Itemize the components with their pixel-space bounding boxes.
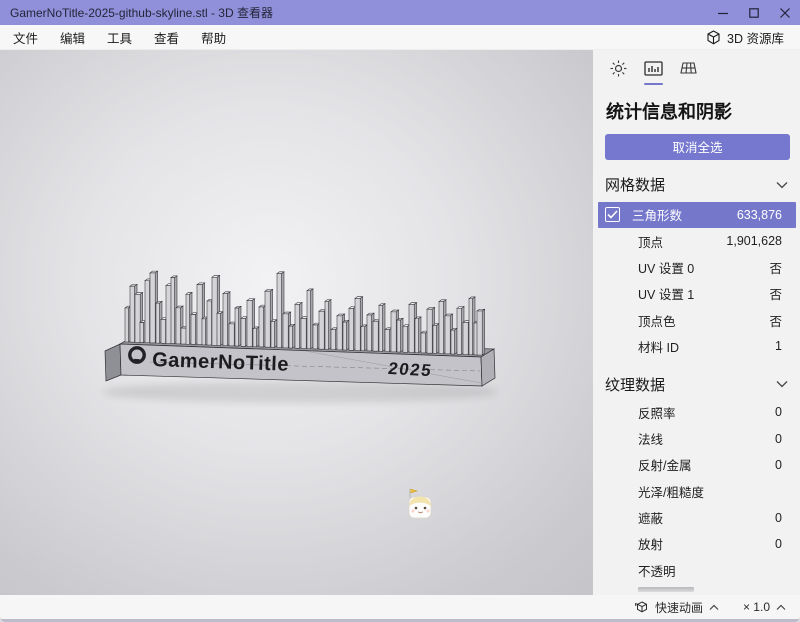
window-title: GamerNoTitle-2025-github-skyline.stl - 3… (0, 4, 707, 21)
row-uv-set-1[interactable]: UV 设置 1 否 (605, 281, 790, 307)
menu-file[interactable]: 文件 (2, 24, 49, 51)
row-label: 材料 ID (638, 337, 679, 356)
zoom-control[interactable]: × 1.0 (743, 600, 786, 614)
menu-tools[interactable]: 工具 (96, 24, 143, 51)
grid-mesh-icon (679, 60, 698, 77)
row-label: 法线 (638, 429, 663, 448)
row-label: UV 设置 0 (638, 258, 694, 277)
row-value: 0 (775, 537, 782, 551)
row-label: 反射/金属 (638, 455, 691, 474)
row-label: 不透明 (638, 561, 676, 580)
row-label: 反照率 (638, 403, 676, 422)
app-window: GamerNoTitle-2025-github-skyline.stl - 3… (0, 0, 800, 622)
status-bar: 快速动画 × 1.0 (0, 595, 800, 619)
cube-icon (706, 30, 721, 45)
menu-edit[interactable]: 编辑 (49, 24, 96, 51)
row-value: 否 (769, 311, 782, 330)
chevron-up-icon (776, 604, 786, 611)
sun-icon (610, 60, 627, 77)
stats-panel-icon (644, 60, 663, 77)
model-year-text: 2025 (387, 359, 434, 380)
texture-data-label: 纹理数据 (605, 374, 665, 395)
deselect-all-button[interactable]: 取消全选 (605, 134, 790, 160)
row-value: 1 (775, 339, 782, 353)
texture-data-header[interactable]: 纹理数据 (605, 370, 790, 400)
menu-help[interactable]: 帮助 (190, 24, 237, 51)
tab-wireframe-grid[interactable] (676, 60, 700, 86)
tab-lighting[interactable] (606, 60, 630, 86)
3d-model-canvas: GamerNoTitle 2025 (0, 50, 593, 595)
panel-title: 统计信息和阴影 (605, 92, 790, 134)
row-opacity[interactable]: 不透明 (605, 557, 790, 583)
maximize-button[interactable] (738, 0, 769, 25)
zoom-level: × 1.0 (743, 600, 770, 614)
row-label: 遮蔽 (638, 508, 663, 527)
maximize-icon (749, 8, 759, 18)
3d-library-button[interactable]: 3D 资源库 (702, 26, 788, 49)
close-icon (780, 8, 790, 18)
row-label: 放射 (638, 534, 663, 553)
row-vertices[interactable]: 顶点 1,901,628 (605, 228, 790, 254)
row-vertex-color[interactable]: 顶点色 否 (605, 307, 790, 333)
3d-library-label: 3D 资源库 (727, 28, 784, 47)
row-uv-set-0[interactable]: UV 设置 0 否 (605, 255, 790, 281)
row-value: 0 (775, 511, 782, 525)
row-value: 否 (769, 258, 782, 277)
row-reflect-metal[interactable]: 反射/金属 0 (605, 452, 790, 478)
row-value: 1,901,628 (726, 234, 782, 248)
row-value: 0 (775, 405, 782, 419)
row-value: 633,876 (737, 208, 782, 222)
menu-bar: 文件 编辑 工具 查看 帮助 3D 资源库 (0, 25, 800, 50)
triangles-checkbox[interactable] (605, 207, 620, 222)
chevron-down-icon (776, 380, 790, 388)
tab-stats-shading[interactable] (641, 60, 665, 86)
animation-control[interactable]: 快速动画 (635, 599, 719, 616)
mesh-data-header[interactable]: 网格数据 (605, 170, 790, 200)
close-button[interactable] (769, 0, 800, 25)
row-label: 顶点 (638, 232, 663, 251)
title-bar: GamerNoTitle-2025-github-skyline.stl - 3… (0, 0, 800, 25)
row-normal[interactable]: 法线 0 (605, 426, 790, 452)
row-value: 否 (769, 284, 782, 303)
sidebar-tabs (605, 58, 790, 92)
stats-sidebar: 统计信息和阴影 取消全选 网格数据 三角形数 633,876 顶点 1,901,… (593, 50, 800, 595)
check-icon (607, 210, 618, 219)
3d-viewport[interactable]: GamerNoTitle 2025 (0, 50, 593, 595)
row-value: 0 (775, 458, 782, 472)
window-controls (707, 0, 800, 25)
chevron-down-icon (776, 181, 790, 189)
mesh-data-label: 网格数据 (605, 174, 665, 195)
row-value: 0 (775, 432, 782, 446)
animation-cube-icon (635, 600, 649, 614)
row-albedo[interactable]: 反照率 0 (605, 399, 790, 425)
animation-label: 快速动画 (655, 599, 703, 616)
clipped-row (605, 583, 790, 595)
row-label: 顶点色 (638, 311, 676, 330)
minimize-button[interactable] (707, 0, 738, 25)
row-triangles[interactable]: 三角形数 633,876 (598, 202, 796, 229)
row-label: UV 设置 1 (638, 284, 694, 303)
menu-view[interactable]: 查看 (143, 24, 190, 51)
row-gloss-roughness[interactable]: 光泽/粗糙度 (605, 478, 790, 504)
row-label: 光泽/粗糙度 (638, 482, 704, 501)
chevron-up-icon (709, 604, 719, 611)
row-material-id[interactable]: 材料 ID 1 (605, 333, 790, 359)
minimize-icon (718, 8, 728, 18)
row-emission[interactable]: 放射 0 (605, 531, 790, 557)
row-label: 三角形数 (632, 205, 682, 224)
row-occlusion[interactable]: 遮蔽 0 (605, 504, 790, 530)
chibi-cursor (402, 487, 438, 523)
